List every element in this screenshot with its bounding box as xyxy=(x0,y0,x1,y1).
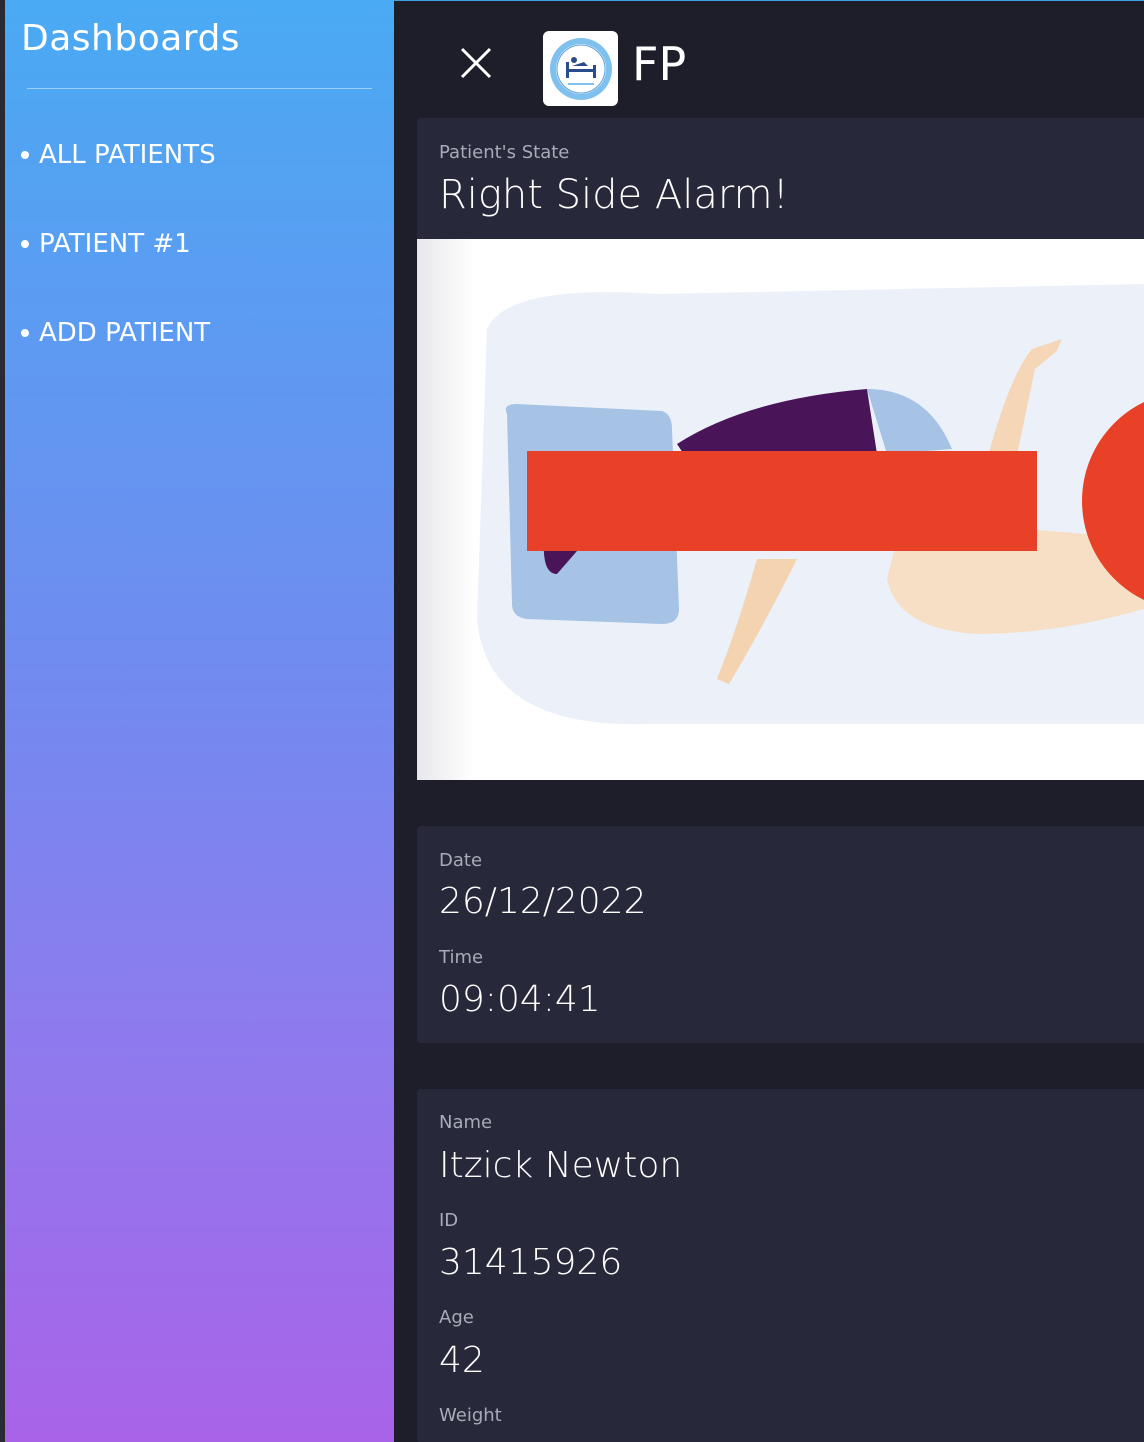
sidebar-item-label: ADD PATIENT xyxy=(39,318,211,348)
age-label: Age xyxy=(439,1307,474,1328)
close-icon xyxy=(460,47,492,79)
app-root: Dashboards ALL PATIENTS PATIENT #1 ADD P… xyxy=(0,0,1144,1442)
id-value: 31415926 xyxy=(439,1242,623,1283)
sidebar-item-label: ALL PATIENTS xyxy=(39,140,216,170)
close-button[interactable] xyxy=(456,43,496,83)
age-value: 42 xyxy=(439,1340,485,1381)
bullet-icon xyxy=(21,329,29,337)
datetime-card: Date 26/12/2022 Time 09:04:41 xyxy=(417,826,1144,1043)
app-logo xyxy=(543,31,618,106)
fall-prevention-logo-icon xyxy=(549,37,612,100)
sidebar-item-add-patient[interactable]: ADD PATIENT xyxy=(21,318,210,348)
sidebar-item-all-patients[interactable]: ALL PATIENTS xyxy=(21,140,216,170)
sidebar-title: Dashboards xyxy=(21,18,241,59)
bullet-icon xyxy=(21,151,29,159)
sidebar-item-label: PATIENT #1 xyxy=(39,229,191,259)
bullet-icon xyxy=(21,240,29,248)
name-value: Itzick Newton xyxy=(439,1145,683,1186)
name-label: Name xyxy=(439,1112,493,1133)
time-value: 09:04:41 xyxy=(439,979,601,1020)
main-content: FP Patient's State Right Side Alarm! Dat… xyxy=(394,0,1144,1442)
sidebar-divider xyxy=(27,88,372,89)
patient-lying-image xyxy=(417,239,1144,780)
state-label: Patient's State xyxy=(439,142,570,163)
time-label: Time xyxy=(439,947,484,968)
patient-position-illustration xyxy=(417,239,1144,780)
sidebar-item-patient-1[interactable]: PATIENT #1 xyxy=(21,229,191,259)
app-logo-text: FP xyxy=(632,37,687,91)
patient-state-card: Patient's State Right Side Alarm! xyxy=(417,118,1144,780)
date-value: 26/12/2022 xyxy=(439,881,647,922)
date-label: Date xyxy=(439,850,483,871)
state-value: Right Side Alarm! xyxy=(439,172,789,218)
id-label: ID xyxy=(439,1210,459,1231)
patient-info-card: Name Itzick Newton ID 31415926 Age 42 We… xyxy=(417,1089,1144,1442)
sidebar-drawer: Dashboards ALL PATIENTS PATIENT #1 ADD P… xyxy=(5,0,394,1442)
weight-label: Weight xyxy=(439,1405,502,1426)
alarm-bar xyxy=(527,451,1037,551)
